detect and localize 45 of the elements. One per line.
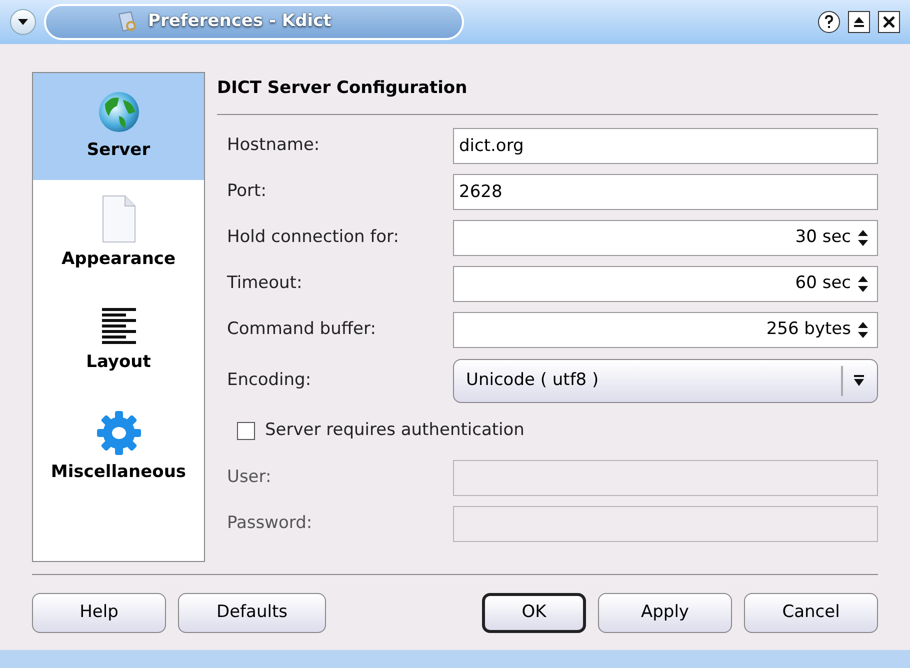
dropdown-arrow-icon [853, 374, 865, 388]
checkbox-label: Server requires authentication [265, 418, 524, 442]
text-align-icon [102, 306, 136, 346]
dialog-button[interactable]: Apply [598, 593, 732, 633]
encoding-dropdown[interactable]: Unicode ( utf8 ) [453, 358, 878, 402]
spin-arrows-icon[interactable] [857, 274, 869, 292]
caret-icon [17, 18, 29, 26]
dialog-button[interactable]: OK [482, 593, 586, 633]
field-label: Encoding: [227, 368, 312, 392]
dialog-button[interactable]: Cancel [744, 593, 878, 633]
dialog-button[interactable]: Defaults [178, 593, 326, 633]
field-label: Password: [227, 512, 314, 535]
document-icon [100, 194, 136, 243]
field-label: Hostname: [227, 134, 321, 157]
field-label: User: [227, 466, 272, 489]
spin-box[interactable]: 30 sec [453, 220, 878, 256]
sidebar-item[interactable]: Server [33, 73, 204, 180]
gear-icon [96, 410, 142, 456]
text-field[interactable]: dict.org [453, 128, 878, 164]
spin-arrows-icon[interactable] [857, 228, 869, 246]
sidebar-item[interactable]: Appearance [33, 180, 204, 287]
spin-arrows-icon[interactable] [857, 320, 869, 338]
spin-value: 30 sec [795, 226, 851, 249]
field-label: Hold connection for: [227, 226, 400, 249]
field-label: Command buffer: [227, 318, 377, 341]
dropdown-value: Unicode ( utf8 ) [466, 368, 600, 392]
sidebar-item[interactable]: Layout [33, 287, 204, 394]
window-menu-button[interactable] [10, 9, 36, 35]
field-label: Timeout: [227, 272, 304, 295]
page-title: DICT Server Configuration [217, 72, 878, 114]
help-icon[interactable] [818, 11, 840, 33]
globe-icon [96, 90, 140, 134]
maximize-icon[interactable] [848, 11, 870, 33]
window-title: Preferences - Kdict [148, 10, 332, 34]
field-label: Port: [227, 180, 268, 203]
sidebar-item[interactable]: Miscellaneous [33, 394, 204, 501]
spin-value: 60 sec [795, 272, 851, 295]
spin-box[interactable]: 60 sec [453, 266, 878, 302]
spin-value: 256 bytes [766, 318, 851, 341]
close-icon[interactable] [878, 11, 900, 33]
text-field[interactable]: 2628 [453, 174, 878, 210]
spin-box[interactable]: 256 bytes [453, 312, 878, 348]
dialog-button[interactable]: Help [32, 593, 166, 633]
checkbox[interactable] [237, 422, 255, 440]
app-icon [116, 11, 138, 33]
